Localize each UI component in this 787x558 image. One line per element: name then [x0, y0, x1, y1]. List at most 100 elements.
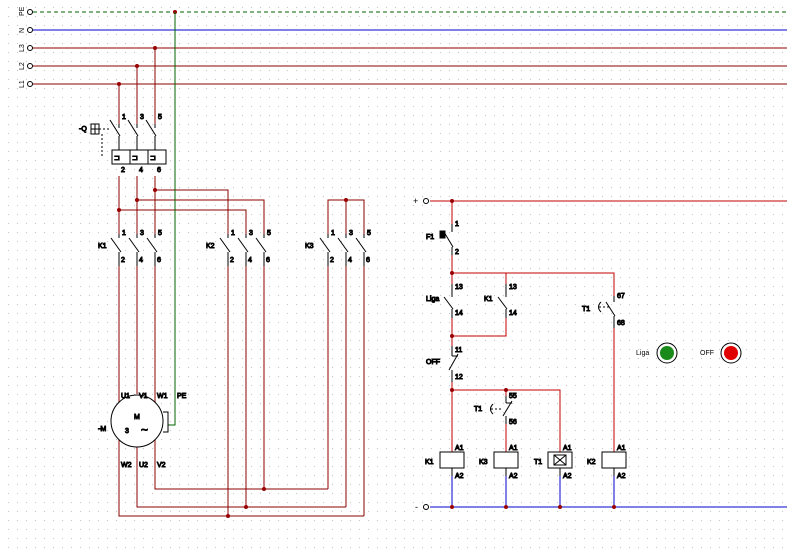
motor-u2: U2	[139, 462, 148, 469]
contactor-k3: K3 1 3 5 2 4 6	[305, 230, 372, 266]
motor-phases: 3	[125, 428, 129, 435]
k3-tag: K3	[305, 243, 314, 250]
liga-t2: 14	[455, 310, 463, 317]
motor-symbol	[110, 394, 164, 448]
k2-top-5: 5	[267, 230, 271, 237]
k3-top-1: 1	[331, 230, 335, 237]
motor-v1: V1	[139, 393, 148, 400]
breaker-tag: -Q	[79, 126, 87, 133]
coil-k3-tag: K3	[479, 459, 488, 466]
plus-label: +	[413, 196, 418, 206]
bus-l2-terminal	[27, 63, 33, 69]
liga-t1: 13	[455, 284, 463, 291]
k1-top-3: 3	[140, 230, 144, 237]
coil-k1-a2: A2	[455, 473, 464, 480]
coil-t1: T1 A1 A2	[534, 445, 573, 481]
off-t2: 12	[455, 374, 463, 381]
coil-k3: K3 A1 A2	[479, 445, 519, 481]
motor-v2: V2	[157, 462, 166, 469]
bus-l1-label: L1	[19, 80, 26, 88]
coil-k1-a1: A1	[455, 445, 464, 452]
f1-t1: 1	[455, 221, 459, 228]
coil-k2: K2 A1 A2	[587, 445, 627, 481]
f1-tag: F1	[426, 234, 434, 241]
coil-t1-tag: T1	[534, 459, 542, 466]
coil-k1-tag: K1	[425, 459, 434, 466]
lamp-liga-label: Liga	[636, 350, 649, 357]
schematic: PE N L3 L2 L1 -Q ⊐ ⊐ ⊐ 1 3 5 2 4 6 K1 1 …	[19, 6, 787, 518]
k2-tag: K2	[206, 243, 215, 250]
t1-no-contact: T1 67 68	[582, 293, 625, 328]
svg-text:⊐: ⊐	[150, 155, 156, 162]
k1-bottom-6: 6	[157, 257, 161, 264]
bus-n-label: N	[19, 28, 26, 33]
lamp-off[interactable]: OFF	[700, 342, 742, 364]
f1-t2: 2	[455, 249, 459, 256]
breaker-q: -Q ⊐ ⊐ ⊐ 1 3 5 2 4 6	[79, 114, 167, 175]
t1-nc-tag: T1	[474, 406, 482, 413]
coil-k2-tag: K2	[587, 459, 596, 466]
k1-aux-tag: K1	[484, 296, 493, 303]
t1-no-t2: 68	[617, 320, 625, 327]
minus-label: -	[415, 502, 418, 512]
motor-tag: -M	[98, 426, 106, 433]
svg-text:⊐: ⊐	[132, 155, 138, 162]
breaker-bottom-4: 4	[139, 167, 143, 174]
k2-bottom-4: 4	[248, 257, 252, 264]
control-neutral	[430, 476, 787, 508]
motor-w2: W2	[121, 462, 132, 469]
k2-top-1: 1	[231, 230, 235, 237]
bus-l1-terminal	[27, 81, 33, 87]
off-button-contact: OFF 11 12	[426, 346, 463, 382]
off-tag: OFF	[426, 359, 440, 366]
lamp-liga[interactable]: Liga	[636, 342, 678, 364]
motor-m: -M M 3 ~ U1 V1 W1 PE W2 U2 V2	[98, 393, 188, 470]
k3-top-5: 5	[367, 230, 371, 237]
coil-k3-a2: A2	[509, 473, 518, 480]
power-wiring	[118, 48, 365, 517]
k1-aux-contact: K1 13 14	[484, 284, 517, 318]
svg-text:⊐: ⊐	[114, 155, 120, 162]
liga-button-contact: Liga 13 14	[426, 284, 463, 318]
breaker-bottom-2: 2	[121, 167, 125, 174]
plus-terminal	[423, 198, 429, 204]
motor-wave: ~	[141, 423, 148, 437]
motor-pe: PE	[177, 393, 187, 400]
diagram-canvas: PE N L3 L2 L1 -Q ⊐ ⊐ ⊐ 1 3 5 2 4 6 K1 1 …	[0, 0, 787, 553]
breaker-top-3: 3	[140, 114, 144, 121]
motor-letter: M	[134, 414, 140, 421]
control-wiring	[430, 200, 787, 452]
breaker-top-5: 5	[158, 114, 162, 121]
k1-bottom-2: 2	[121, 257, 125, 264]
k2-bottom-2: 2	[230, 257, 234, 264]
bus-l2-label: L2	[19, 62, 26, 70]
contactor-k1: K1 1 3 5 2 4 6	[98, 230, 163, 266]
k3-top-3: 3	[349, 230, 353, 237]
bus-pe-terminal	[27, 9, 33, 15]
t1-no-tag: T1	[582, 306, 590, 313]
coil-k1: K1 A1 A2	[425, 445, 465, 481]
t1-nc-contact: T1 55 56	[474, 393, 518, 427]
k3-bottom-4: 4	[348, 257, 352, 264]
fuse-f1: F1 1 2	[426, 221, 460, 257]
k1-bottom-4: 4	[139, 257, 143, 264]
coil-t1-a1: A1	[563, 445, 572, 452]
k1-aux-t2: 14	[509, 310, 517, 317]
lamp-off-label: OFF	[700, 350, 714, 357]
k1-tag: K1	[98, 243, 107, 250]
bus-l3-label: L3	[19, 44, 26, 52]
contactor-k2: K2 1 3 5 2 4 6	[206, 230, 272, 266]
t1-nc-t1: 55	[509, 393, 517, 400]
k1-top-1: 1	[122, 230, 126, 237]
coil-k2-a1: A1	[617, 445, 626, 452]
coil-k2-a2: A2	[617, 473, 626, 480]
breaker-top-1: 1	[122, 114, 126, 121]
k2-top-3: 3	[249, 230, 253, 237]
k1-aux-t1: 13	[509, 284, 517, 291]
t1-no-t1: 67	[617, 293, 625, 300]
k2-bottom-6: 6	[266, 257, 270, 264]
coil-t1-a2: A2	[563, 473, 572, 480]
k3-bottom-2: 2	[330, 257, 334, 264]
coil-k3-a1: A1	[509, 445, 518, 452]
motor-w1: W1	[157, 393, 168, 400]
